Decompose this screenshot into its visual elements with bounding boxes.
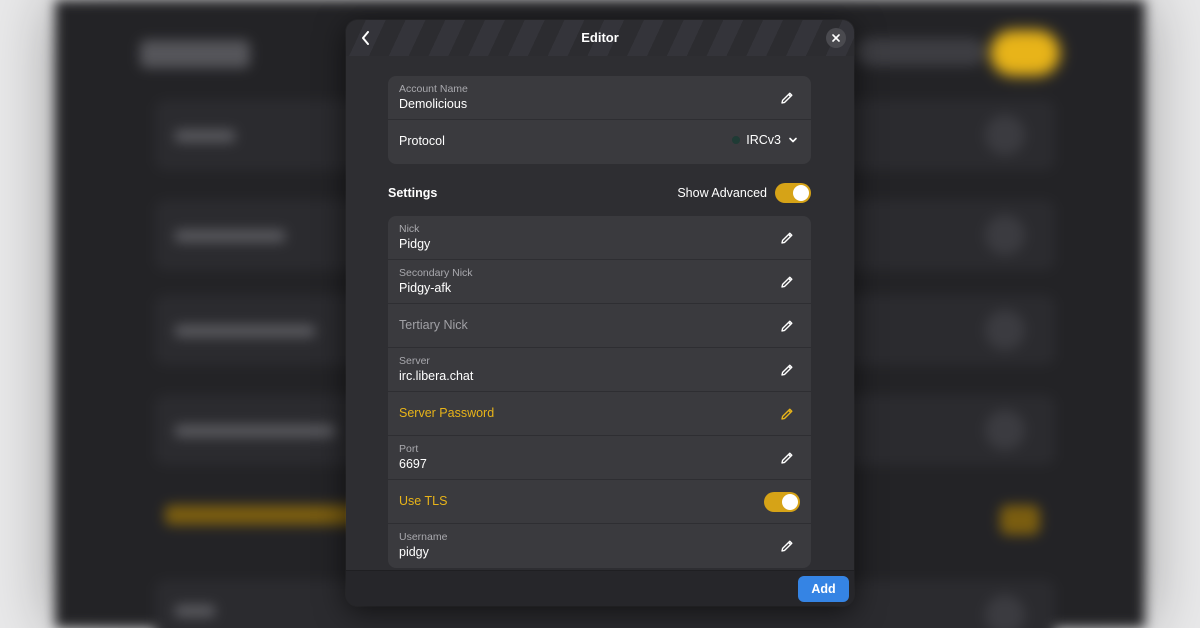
- settings-card: Nick Pidgy Secondary Nick Pidgy-afk Tert…: [388, 216, 811, 568]
- server-password-row[interactable]: Server Password: [388, 392, 811, 436]
- username-label: Username: [399, 531, 448, 543]
- tertiary-nick-row[interactable]: Tertiary Nick: [388, 304, 811, 348]
- secondary-nick-value: Pidgy-afk: [399, 281, 452, 295]
- pencil-icon[interactable]: [779, 274, 795, 290]
- account-card: Account Name Demolicious Protocol IRCv3: [388, 76, 811, 164]
- nick-row[interactable]: Nick Pidgy: [388, 216, 811, 260]
- pencil-icon[interactable]: [779, 230, 795, 246]
- protocol-row[interactable]: Protocol IRCv3: [388, 120, 811, 164]
- use-tls-label: Use TLS: [399, 494, 448, 508]
- close-button[interactable]: [826, 28, 846, 48]
- background-highlight-dot: [1000, 505, 1040, 535]
- secondary-nick-label: Secondary Nick: [399, 267, 473, 279]
- use-tls-row[interactable]: Use TLS: [388, 480, 811, 524]
- server-row[interactable]: Server irc.libera.chat: [388, 348, 811, 392]
- port-row[interactable]: Port 6697: [388, 436, 811, 480]
- pencil-icon[interactable]: [779, 90, 795, 106]
- dialog-header: Editor: [346, 20, 854, 56]
- settings-title: Settings: [388, 186, 438, 200]
- protocol-value: IRCv3: [746, 133, 781, 147]
- show-advanced-toggle[interactable]: [775, 183, 811, 203]
- server-value: irc.libera.chat: [399, 369, 474, 383]
- pencil-icon[interactable]: [779, 318, 795, 334]
- port-label: Port: [399, 443, 419, 455]
- account-name-label: Account Name: [399, 83, 468, 95]
- background-search: [855, 38, 985, 66]
- pencil-icon[interactable]: [779, 538, 795, 554]
- secondary-nick-row[interactable]: Secondary Nick Pidgy-afk: [388, 260, 811, 304]
- account-name-row[interactable]: Account Name Demolicious: [388, 76, 811, 120]
- username-row[interactable]: Username pidgy: [388, 524, 811, 568]
- background-accent-button: [990, 30, 1060, 76]
- close-icon: [832, 34, 840, 42]
- background-title: [140, 40, 250, 68]
- port-value: 6697: [399, 457, 427, 471]
- server-password-label: Server Password: [399, 406, 495, 420]
- dialog-content: Account Name Demolicious Protocol IRCv3: [388, 76, 811, 568]
- account-name-value: Demolicious: [399, 97, 468, 111]
- pencil-icon[interactable]: [779, 406, 795, 422]
- protocol-label: Protocol: [399, 134, 445, 148]
- tertiary-nick-placeholder: Tertiary Nick: [399, 318, 468, 332]
- username-value: pidgy: [399, 545, 429, 559]
- server-label: Server: [399, 355, 430, 367]
- dialog-title: Editor: [581, 30, 619, 45]
- nick-label: Nick: [399, 223, 420, 235]
- protocol-status-dot: [732, 136, 741, 144]
- show-advanced-label: Show Advanced: [677, 186, 767, 200]
- editor-dialog: Editor Account Name Demolicious Protocol: [346, 20, 854, 606]
- use-tls-toggle[interactable]: [764, 492, 800, 512]
- pencil-icon[interactable]: [779, 362, 795, 378]
- pencil-icon[interactable]: [779, 450, 795, 466]
- chevron-down-icon: [789, 137, 797, 143]
- dialog-footer: Add: [346, 570, 854, 606]
- protocol-dropdown[interactable]: IRCv3: [732, 133, 799, 147]
- settings-header: Settings Show Advanced: [388, 174, 811, 216]
- add-button[interactable]: Add: [798, 576, 849, 602]
- nick-value: Pidgy: [399, 237, 431, 251]
